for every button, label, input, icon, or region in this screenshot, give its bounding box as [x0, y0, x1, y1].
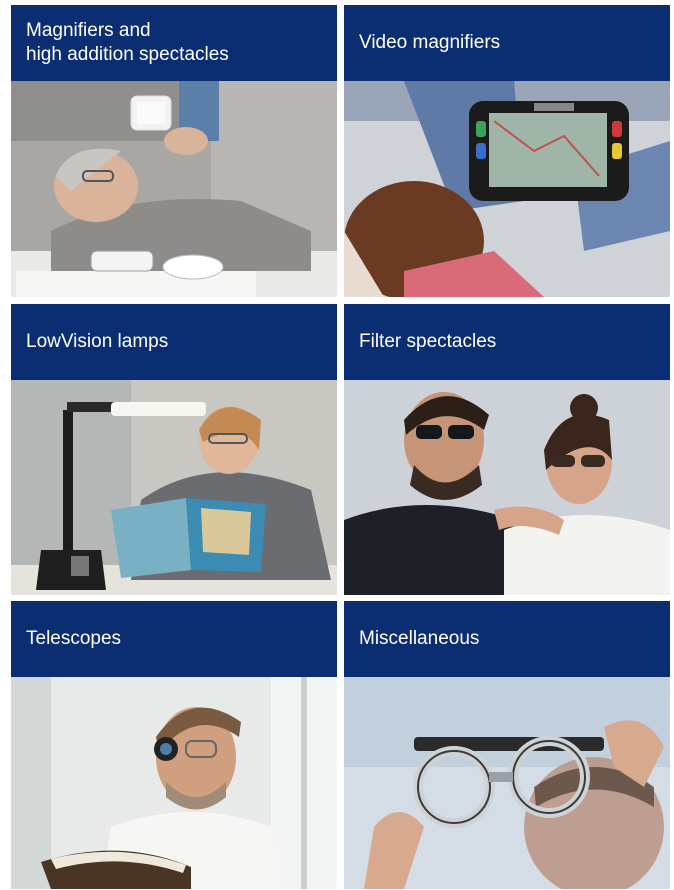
tile-title: Miscellaneous [344, 601, 670, 677]
category-tile-miscellaneous[interactable]: Miscellaneous [344, 601, 670, 889]
category-tile-magnifiers[interactable]: Magnifiers and high addition spectacles [11, 5, 337, 297]
category-tile-telescopes[interactable]: Telescopes [11, 601, 337, 889]
tile-title: Telescopes [11, 601, 337, 677]
tile-title-text: Video magnifiers [359, 32, 501, 53]
filter-glasses-couple-photo [344, 380, 670, 595]
tile-title-text: Filter spectacles [359, 331, 497, 352]
tile-title-text: Magnifiers and high addition spectacles [26, 20, 229, 65]
tile-title: Magnifiers and high addition spectacles [11, 5, 337, 81]
tile-title-text: LowVision lamps [26, 331, 169, 352]
tile-title: Filter spectacles [344, 304, 670, 380]
reading-lamp-photo [11, 380, 337, 595]
trial-frame-photo [344, 677, 670, 889]
tile-title: Video magnifiers [344, 5, 670, 81]
video-magnifier-device-photo [344, 81, 670, 297]
person-with-hand-magnifier-photo [11, 81, 337, 297]
category-tile-video-magnifiers[interactable]: Video magnifiers [344, 5, 670, 297]
telescope-glasses-reader-photo [11, 677, 337, 889]
category-tile-filter-spectacles[interactable]: Filter spectacles [344, 304, 670, 595]
category-tile-lowvision-lamps[interactable]: LowVision lamps [11, 304, 337, 595]
tile-title-text: Telescopes [26, 628, 122, 649]
tile-title: LowVision lamps [11, 304, 337, 380]
tile-title-text: Miscellaneous [359, 628, 480, 649]
